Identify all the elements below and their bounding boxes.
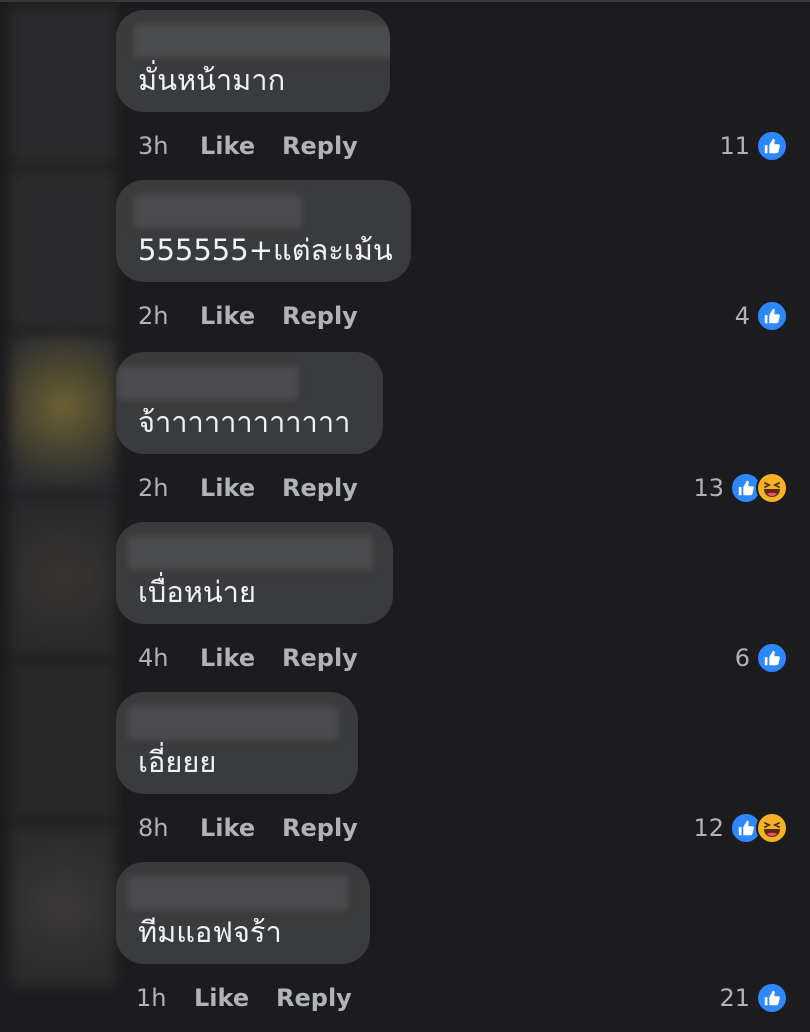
comment-meta: 2h Like Reply [138, 468, 358, 508]
like-icon [756, 130, 788, 162]
comment-text: มั่นหน้ามาก [138, 63, 286, 97]
like-button[interactable]: Like [200, 814, 282, 842]
reaction-count: 13 [693, 474, 724, 502]
reaction-count: 21 [719, 984, 750, 1012]
comment-bubble: เบื่อหน่าย [116, 522, 393, 624]
like-icon [756, 300, 788, 332]
comment: เบื่อหน่าย 4h Like Reply 6 [0, 522, 810, 692]
like-icon [756, 642, 788, 674]
comment-timestamp[interactable]: 3h [138, 132, 200, 160]
comment-timestamp[interactable]: 4h [138, 644, 200, 672]
comment-meta: 4h Like Reply [138, 638, 358, 678]
reaction-count: 4 [734, 302, 750, 330]
comment-bubble: 555555+แต่ละเม้น [116, 180, 411, 282]
commenter-name-redacted[interactable] [118, 366, 298, 400]
like-button[interactable]: Like [194, 984, 276, 1012]
reaction-summary[interactable]: 6 [735, 640, 788, 676]
like-button[interactable]: Like [200, 132, 282, 160]
reply-button[interactable]: Reply [282, 814, 358, 842]
comment: จ้าาาาาาาาาาาา 2h Like Reply 13 [0, 352, 810, 522]
reaction-count: 6 [734, 644, 750, 672]
reply-button[interactable]: Reply [282, 474, 358, 502]
comment-text: 555555+แต่ละเม้น [138, 233, 393, 267]
reaction-summary[interactable]: 21 [719, 980, 788, 1016]
comment-text: เอี่ยยย [138, 745, 217, 779]
comment-bubble: มั่นหน้ามาก [116, 10, 390, 112]
reply-button[interactable]: Reply [282, 644, 358, 672]
reply-button[interactable]: Reply [282, 302, 358, 330]
reply-button[interactable]: Reply [276, 984, 352, 1012]
comment-timestamp[interactable]: 8h [138, 814, 200, 842]
like-button[interactable]: Like [200, 474, 282, 502]
top-border [0, 0, 810, 2]
comment-bubble: ทีมแอฟจร้า [116, 862, 370, 964]
comment-text: เบื่อหน่าย [138, 575, 256, 609]
haha-icon [756, 472, 788, 504]
comment: ทีมแอฟจร้า 1h Like Reply 21 [0, 862, 810, 1032]
reaction-summary[interactable]: 4 [735, 298, 788, 334]
reaction-count: 11 [719, 132, 750, 160]
commenter-name-redacted[interactable] [134, 194, 302, 228]
like-icon [756, 982, 788, 1014]
commenter-name-redacted[interactable] [128, 876, 348, 910]
comment-timestamp[interactable]: 2h [138, 302, 200, 330]
comment-text: ทีมแอฟจร้า [138, 915, 282, 949]
comment-timestamp[interactable]: 2h [138, 474, 200, 502]
reaction-summary[interactable]: 12 [693, 810, 788, 846]
reply-button[interactable]: Reply [282, 132, 358, 160]
reaction-count: 12 [693, 814, 724, 842]
like-button[interactable]: Like [200, 302, 282, 330]
comment-meta: 1h Like Reply [136, 978, 352, 1018]
reaction-summary[interactable]: 11 [719, 128, 788, 164]
commenter-name-redacted[interactable] [128, 706, 338, 740]
like-button[interactable]: Like [200, 644, 282, 672]
comment-bubble: เอี่ยยย [116, 692, 358, 794]
comment-meta: 3h Like Reply [138, 126, 358, 166]
comment-text: จ้าาาาาาาาาาาา [138, 405, 351, 439]
reaction-summary[interactable]: 13 [693, 470, 788, 506]
comment-meta: 8h Like Reply [138, 808, 358, 848]
comment-meta: 2h Like Reply [138, 296, 358, 336]
comment-bubble: จ้าาาาาาาาาาาา [116, 352, 383, 454]
comment: เอี่ยยย 8h Like Reply 12 [0, 692, 810, 862]
commenter-name-redacted[interactable] [134, 24, 390, 58]
haha-icon [756, 812, 788, 844]
comment: มั่นหน้ามาก 3h Like Reply 11 [0, 10, 810, 180]
comment-timestamp[interactable]: 1h [136, 984, 194, 1012]
comment: 555555+แต่ละเม้น 2h Like Reply 4 [0, 180, 810, 350]
commenter-name-redacted[interactable] [128, 536, 373, 570]
